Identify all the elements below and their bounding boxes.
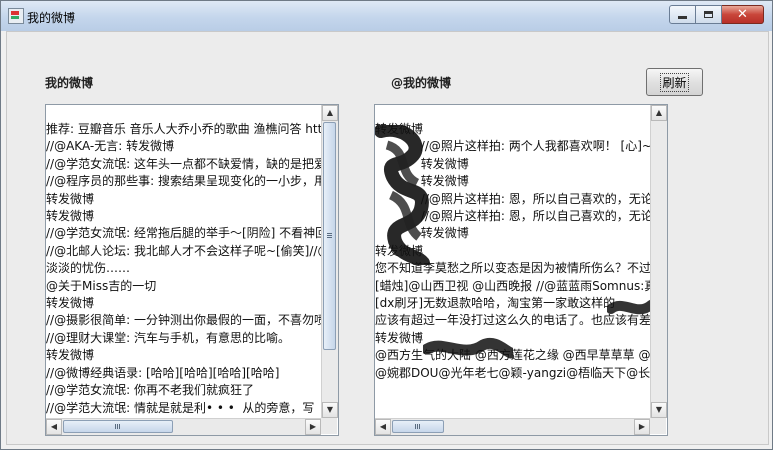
right-arrow-icon[interactable]: ▶ xyxy=(634,419,650,435)
scroll-corner xyxy=(321,418,337,434)
my-weibo-label: 我的微博 xyxy=(45,76,94,90)
feed-line: 转发微博 xyxy=(46,296,95,311)
maximize-icon xyxy=(704,11,713,18)
maximize-button[interactable] xyxy=(696,5,722,24)
caption-buttons: ✕ xyxy=(669,5,764,24)
feed-line: //@摄影很简单: 一分钟测出你最假的一面，不喜勿喷 xyxy=(46,313,326,328)
feed-line: @婉郡DOU@光年老七@颖-yangzi@梧临天下@长春连 xyxy=(375,365,668,380)
java-app-icon xyxy=(8,8,24,24)
feed-line: //@学范大流氓: 情就是就是利• • • 从的旁意，写 xyxy=(46,400,315,415)
redaction-scribble xyxy=(423,337,513,359)
feed-line: //@学范女流氓: 你再不老我们就疯狂了 xyxy=(46,383,254,398)
left-vertical-thumb[interactable] xyxy=(323,122,336,350)
feed-line: [蜡烛]@山西卫视 @山西晚报 //@蓝蓝雨Somnus:真实事 xyxy=(375,278,668,293)
up-arrow-icon[interactable]: ▲ xyxy=(322,105,338,121)
redaction-scribble xyxy=(375,125,430,265)
content-area: 我的微博 @我的微博 刷新 推荐: 豆瓣音乐 音乐人大乔小乔的歌曲 渔樵问答 h… xyxy=(6,31,769,445)
down-arrow-icon[interactable]: ▼ xyxy=(651,402,667,418)
left-vertical-scrollbar[interactable]: ▲ ▼ xyxy=(321,105,338,418)
my-weibo-lines: 推荐: 豆瓣音乐 音乐人大乔小乔的歌曲 渔樵问答 http //@AKA-无言: … xyxy=(46,121,330,417)
feed-line: //@学范女流氓: 经常拖后腿的举手～[阴险] 不看神回 xyxy=(46,226,328,241)
left-arrow-icon[interactable]: ◀ xyxy=(46,419,62,435)
right-arrow-icon[interactable]: ▶ xyxy=(305,419,321,435)
right-horizontal-scrollbar[interactable]: ◀ ▶ xyxy=(375,418,650,435)
refresh-button[interactable]: 刷新 xyxy=(646,68,703,96)
grip-icon xyxy=(115,424,121,429)
scroll-corner xyxy=(650,418,666,434)
right-vertical-scrollbar[interactable]: ▲ ▼ xyxy=(650,105,667,418)
my-weibo-text-area[interactable]: 推荐: 豆瓣音乐 音乐人大乔小乔的歌曲 渔樵问答 http //@AKA-无言: … xyxy=(45,104,339,436)
right-horizontal-thumb[interactable] xyxy=(392,420,444,433)
left-horizontal-thumb[interactable] xyxy=(63,420,173,433)
minimize-icon xyxy=(678,16,687,19)
feed-line: 转发微博 xyxy=(46,348,95,363)
feed-line: 淡淡的忧伤…… xyxy=(46,261,131,276)
close-button[interactable]: ✕ xyxy=(722,5,764,24)
grip-icon xyxy=(415,424,421,429)
feed-line: //@程序员的那些事: 搜索结果呈现变化的一小步，用 xyxy=(46,174,326,189)
feed-line: 转发微博 xyxy=(46,209,95,224)
grip-icon xyxy=(327,233,332,239)
minimize-button[interactable] xyxy=(669,5,696,24)
close-icon: ✕ xyxy=(737,7,748,22)
feed-line: //@学范女流氓: 这年头一点都不缺爱情，缺的是把爱 xyxy=(46,156,326,171)
feed-line: 转发微博 xyxy=(46,191,95,206)
up-arrow-icon[interactable]: ▲ xyxy=(651,105,667,121)
feed-line: @关于Miss吉的一切 xyxy=(46,278,157,293)
window-title: 我的微博 xyxy=(27,11,76,25)
feed-line: //@理财大课堂: 汽车与手机，有意思的比喻。 xyxy=(46,330,290,345)
refresh-button-label: 刷新 xyxy=(660,72,689,92)
down-arrow-icon[interactable]: ▼ xyxy=(322,402,338,418)
feed-line: @西方生气的大陆 @西方莲花之缘 @西早草草草 @西有 xyxy=(375,348,668,363)
feed-line: 推荐: 豆瓣音乐 音乐人大乔小乔的歌曲 渔樵问答 http xyxy=(46,122,330,136)
mentions-text-area[interactable]: 转发微博 //@照片这样拍: 两个人我都喜欢啊！ [心]~~ 转发微博 转发微博… xyxy=(374,104,668,436)
main-window: 我的微博 ✕ 我的微博 @我的微博 刷新 推荐: 豆瓣音乐 音乐人大乔小乔的歌曲… xyxy=(0,0,773,450)
feed-line: 转发微博 xyxy=(375,330,424,345)
feed-line: //@AKA-无言: 转发微博 xyxy=(46,139,175,154)
mentions-label: @我的微博 xyxy=(391,76,452,90)
feed-line: //@北邮人论坛: 我北邮人才不会这样子呢~[偷笑]//@ xyxy=(46,243,330,258)
left-horizontal-scrollbar[interactable]: ◀ ▶ xyxy=(46,418,321,435)
title-bar[interactable]: 我的微博 ✕ xyxy=(1,1,772,31)
left-arrow-icon[interactable]: ◀ xyxy=(375,419,391,435)
feed-line: //@微博经典语录: [哈哈][哈哈][哈哈][哈哈] xyxy=(46,365,280,380)
